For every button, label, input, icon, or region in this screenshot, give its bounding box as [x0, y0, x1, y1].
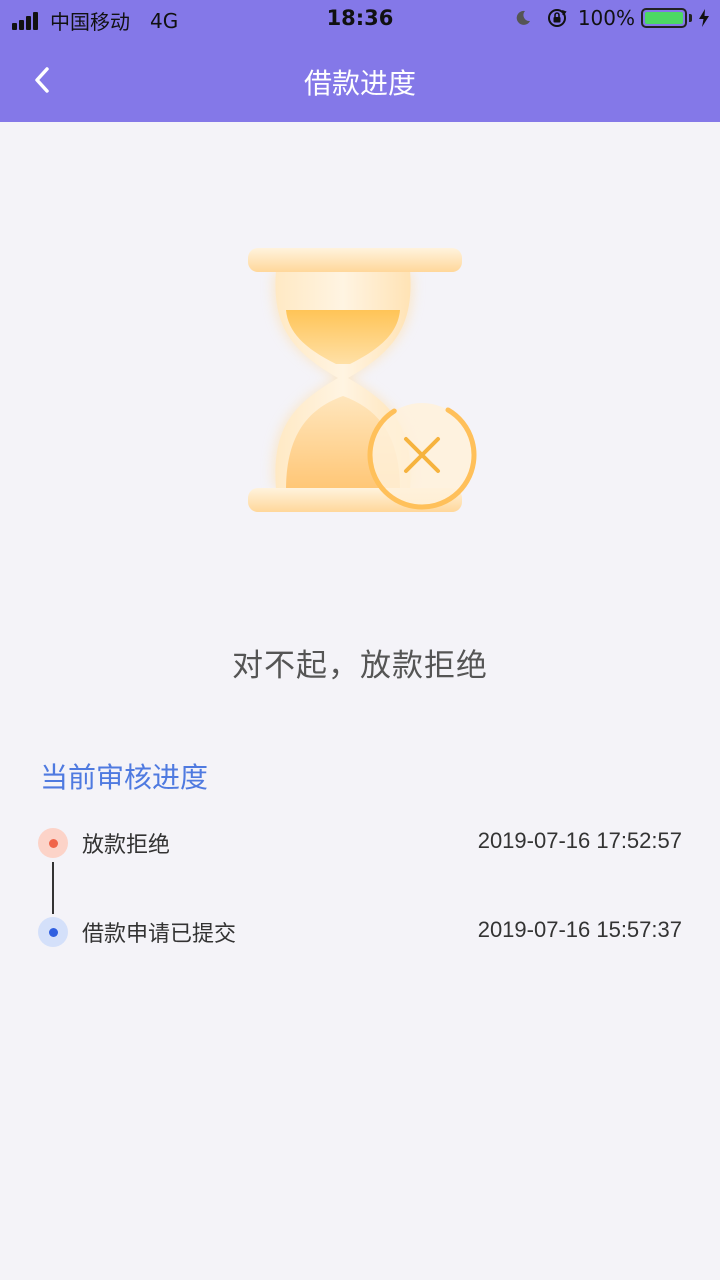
progress-timeline: 放款拒绝 2019-07-16 17:52:57 借款申请已提交 2019-07… [38, 826, 682, 966]
timeline-step: 放款拒绝 2019-07-16 17:52:57 [38, 826, 682, 860]
step-time: 2019-07-16 17:52:57 [477, 828, 682, 853]
page-title: 借款进度 [303, 67, 416, 100]
result-message: 对不起，放款拒绝 [232, 648, 488, 684]
step-label: 放款拒绝 [82, 833, 171, 858]
hourglass-rejected-icon [248, 248, 477, 512]
status-bar: 中国移动 4G 18:36 100% [0, 0, 720, 40]
rotation-lock-icon [547, 9, 567, 27]
progress-section-title: 当前审核进度 [40, 761, 209, 794]
battery-icon [641, 8, 687, 28]
status-right: 100% [514, 6, 710, 30]
moon-icon [516, 10, 530, 25]
battery-tip [689, 14, 692, 22]
status-dot-icon [38, 917, 68, 947]
step-label: 借款申请已提交 [82, 922, 237, 947]
status-dot-icon [38, 828, 68, 858]
nav-bar: 借款进度 [0, 40, 720, 122]
timeline-connector [52, 862, 54, 914]
step-time: 2019-07-16 15:57:37 [477, 917, 682, 942]
battery-percent: 100% [577, 6, 635, 30]
timeline-step: 借款申请已提交 2019-07-16 15:57:37 [38, 915, 682, 949]
charging-bolt-icon [699, 9, 709, 27]
